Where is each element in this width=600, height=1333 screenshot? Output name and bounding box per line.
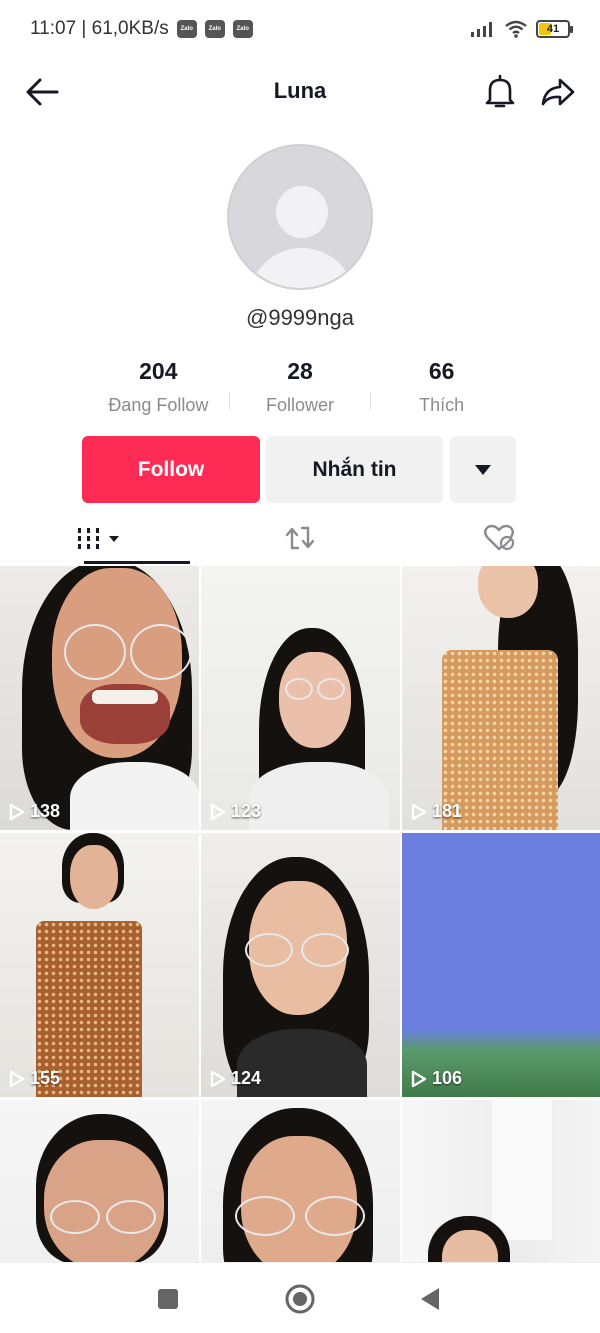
recent-apps-button[interactable] [150, 1281, 186, 1317]
video-grid: 138 123 181 155 124 106 [0, 566, 600, 1266]
play-count: 138 [9, 801, 60, 822]
home-circle-icon [285, 1284, 315, 1314]
video-thumbnail[interactable]: 124 [201, 833, 400, 1097]
zalo-notification-icon: Zalo [204, 20, 225, 38]
play-count: 124 [210, 1068, 261, 1089]
avatar-body [249, 248, 355, 288]
play-icon [411, 1070, 427, 1087]
view-count: 155 [30, 1068, 61, 1088]
play-icon [210, 1070, 226, 1087]
zalo-notification-icon: Zalo [176, 20, 197, 38]
view-count: 181 [432, 801, 463, 821]
stat-likes-label: Thích [419, 395, 465, 415]
message-button[interactable]: Nhắn tin [266, 436, 443, 503]
stat-following-count: 204 [139, 358, 178, 384]
caret-down-icon [475, 464, 491, 475]
stat-followers[interactable]: 28 Follower [230, 358, 371, 422]
notification-bell-button[interactable] [480, 72, 520, 112]
avatar[interactable] [227, 144, 373, 290]
stat-following[interactable]: 204 Đang Follow [88, 358, 229, 422]
wifi-icon [505, 20, 527, 38]
play-icon [411, 803, 427, 820]
stat-following-label: Đang Follow [108, 395, 209, 415]
username: @9999nga [246, 305, 354, 330]
stat-likes[interactable]: 66 Thích [371, 358, 512, 422]
tab-liked[interactable] [460, 510, 540, 566]
play-count: 123 [210, 801, 261, 822]
view-count: 124 [231, 1068, 262, 1088]
play-icon [210, 803, 226, 820]
video-thumbnail[interactable] [201, 1100, 400, 1266]
status-left: 11:07 | 61,0KB/s Zalo Zalo Zalo [30, 18, 253, 40]
play-count: 155 [9, 1068, 60, 1089]
status-right: 41 [470, 20, 573, 38]
battery-icon: 41 [536, 20, 573, 38]
liked-hidden-icon [484, 524, 515, 551]
play-count: 106 [411, 1068, 462, 1089]
play-icon [9, 803, 25, 820]
tab-videos[interactable] [60, 510, 190, 566]
status-time: 11:07 | 61,0KB/s [30, 18, 169, 39]
follow-button[interactable]: Follow [82, 436, 260, 503]
status-bar: 11:07 | 61,0KB/s Zalo Zalo Zalo 41 [0, 0, 600, 62]
bell-icon [485, 74, 515, 108]
avatar-head [276, 186, 328, 238]
stat-likes-count: 66 [428, 358, 455, 384]
header: Luna [0, 62, 600, 122]
profile-screen: 11:07 | 61,0KB/s Zalo Zalo Zalo 41 Luna … [0, 0, 600, 1333]
profile-stats: 204 Đang Follow 28 Follower 66 Thích [88, 358, 512, 422]
video-thumbnail[interactable] [402, 1100, 600, 1266]
video-thumbnail[interactable]: 138 [0, 566, 199, 830]
zalo-notification-icon: Zalo [232, 20, 253, 38]
system-nav-bar [0, 1262, 600, 1333]
triangle-back-icon [421, 1288, 439, 1310]
share-button[interactable] [538, 72, 578, 112]
play-count: 181 [411, 801, 462, 822]
grid-icon [78, 528, 119, 549]
share-arrow-icon [541, 78, 575, 106]
content-tabs [0, 510, 600, 566]
video-thumbnail[interactable]: 181 [402, 566, 600, 830]
video-thumbnail[interactable] [0, 1100, 199, 1266]
more-options-button[interactable] [450, 436, 516, 503]
view-count: 106 [432, 1068, 463, 1088]
stat-followers-count: 28 [287, 358, 313, 384]
stat-followers-label: Follower [265, 395, 335, 415]
battery-level: 41 [546, 23, 560, 35]
view-count: 138 [30, 801, 61, 821]
signal-icon [471, 22, 492, 37]
video-thumbnail[interactable]: 123 [201, 566, 400, 830]
system-back-button[interactable] [412, 1281, 448, 1317]
square-icon [158, 1289, 178, 1309]
tab-reposts[interactable] [260, 510, 340, 566]
play-icon [9, 1070, 25, 1087]
video-thumbnail[interactable]: 106 [402, 833, 600, 1097]
home-button[interactable] [282, 1281, 318, 1317]
repost-icon [285, 526, 315, 550]
video-thumbnail[interactable]: 155 [0, 833, 199, 1097]
view-count: 123 [231, 801, 262, 821]
